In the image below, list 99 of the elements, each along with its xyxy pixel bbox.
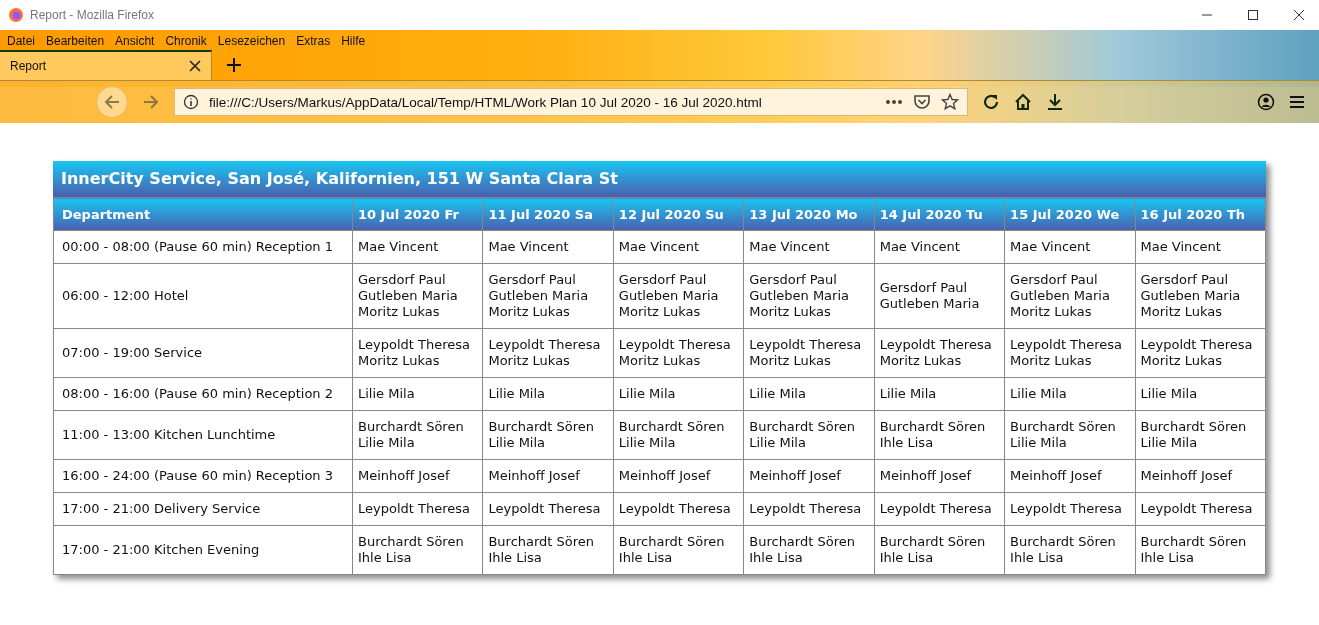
column-header: 15 Jul 2020 We [1004,197,1136,231]
table-cell: Leypoldt Theresa Moritz Lukas [874,328,1005,378]
home-icon[interactable] [1014,93,1032,111]
table-cell: Leypoldt Theresa [482,492,614,526]
tab-title: Report [10,59,47,73]
table-cell: Burchardt Sören Ihle Lisa [1004,525,1136,575]
more-icon[interactable] [885,99,903,105]
table-cell: Mae Vincent [1004,230,1136,264]
column-header: Department [53,197,353,231]
table-cell: Lilie Mila [874,377,1005,411]
table-cell: Lilie Mila [482,377,614,411]
table-cell: Leypoldt Theresa [352,492,483,526]
table-cell: Gersdorf Paul Gutleben Maria Moritz Lukas [352,263,483,329]
back-arrow-icon [103,93,121,111]
table-cell: 07:00 - 19:00 Service [53,328,353,378]
download-icon[interactable] [1046,93,1064,111]
table-cell: Leypoldt Theresa [1004,492,1136,526]
menu-item[interactable]: Chronik [165,34,207,48]
table-cell: Gersdorf Paul Gutleben Maria Moritz Lukas [482,263,614,329]
column-header: 13 Jul 2020 Mo [743,197,875,231]
browser-tab[interactable]: Report [0,50,212,80]
menu-icon[interactable] [1289,95,1305,109]
menu-item[interactable]: Bearbeiten [46,34,105,48]
table-cell: Lilie Mila [352,377,483,411]
table-cell: Burchardt Sören Ihle Lisa [352,525,483,575]
table-cell: Meinhoff Josef [874,459,1005,493]
table-cell: Burchardt Sören Ihle Lisa [874,525,1005,575]
table-cell: Gersdorf Paul Gutleben Maria [874,263,1005,329]
info-icon [183,94,199,110]
table-cell: Leypoldt Theresa Moritz Lukas [482,328,614,378]
table-cell: 17:00 - 21:00 Delivery Service [53,492,353,526]
column-header: 11 Jul 2020 Sa [482,197,614,231]
table-cell: Mae Vincent [874,230,1005,264]
column-header: 16 Jul 2020 Th [1135,197,1266,231]
table-cell: Leypoldt Theresa [1135,492,1266,526]
table-cell: Gersdorf Paul Gutleben Maria Moritz Lukas [743,263,875,329]
table-cell: Lilie Mila [1135,377,1266,411]
table-cell: 00:00 - 08:00 (Pause 60 min) Reception 1 [53,230,353,264]
plus-icon[interactable] [226,57,242,73]
menu-item[interactable]: Lesezeichen [217,34,286,48]
table-cell: Meinhoff Josef [352,459,483,493]
table-cell: Meinhoff Josef [482,459,614,493]
maximize-icon[interactable] [1247,9,1259,21]
column-header: 10 Jul 2020 Fr [352,197,483,231]
forward-icon[interactable] [142,93,160,111]
table-cell: 08:00 - 16:00 (Pause 60 min) Reception 2 [53,377,353,411]
address-bar[interactable]: file:///C:/Users/Markus/AppData/Local/Temp/HTML/Work Plan 10 Jul 2020 - 16 Jul 2020.html [174,88,968,116]
table-cell: Leypoldt Theresa Moritz Lukas [613,328,744,378]
table-cell: Leypoldt Theresa Moritz Lukas [352,328,483,378]
table-cell: Lilie Mila [613,377,744,411]
menu-item[interactable]: Extras [296,34,331,48]
table-cell: Mae Vincent [613,230,744,264]
table-cell: 16:00 - 24:00 (Pause 60 min) Reception 3 [53,459,353,493]
table-cell: Burchardt Sören Lilie Mila [1004,410,1136,460]
table-cell: Burchardt Sören Lilie Mila [743,410,875,460]
window-title: Report - Mozilla Firefox [30,8,155,22]
menu-item[interactable]: Datei [7,34,35,48]
menu-item[interactable]: Ansicht [115,34,155,48]
star-icon[interactable] [941,93,959,111]
table-cell: Meinhoff Josef [1135,459,1266,493]
table-cell: 06:00 - 12:00 Hotel [53,263,353,329]
table-cell: Leypoldt Theresa Moritz Lukas [1135,328,1266,378]
table-cell: Leypoldt Theresa [613,492,744,526]
table-cell: Mae Vincent [482,230,614,264]
report-title: InnerCity Service, San José, Kalifornien, 151 W Santa Clara St [53,161,1266,197]
close-icon[interactable] [1293,9,1305,21]
reload-icon[interactable] [982,93,1000,111]
table-cell: Lilie Mila [743,377,875,411]
menu-item[interactable]: Hilfe [341,34,366,48]
table-cell: Leypoldt Theresa Moritz Lukas [743,328,875,378]
table-cell: Burchardt Sören Lilie Mila [482,410,614,460]
table-cell: Burchardt Sören Lilie Mila [352,410,483,460]
table-cell: 17:00 - 21:00 Kitchen Evening [53,525,353,575]
table-cell: Leypoldt Theresa Moritz Lukas [1004,328,1136,378]
table-cell: Mae Vincent [1135,230,1266,264]
column-header: 12 Jul 2020 Su [613,197,744,231]
table-cell: Meinhoff Josef [613,459,744,493]
table-cell: Burchardt Sören Ihle Lisa [482,525,614,575]
close-icon[interactable] [189,60,201,72]
account-icon[interactable] [1257,93,1275,111]
table-cell: Meinhoff Josef [1004,459,1136,493]
table-cell: Burchardt Sören Lilie Mila [613,410,744,460]
column-header: 14 Jul 2020 Tu [874,197,1005,231]
table-cell: Burchardt Sören Lilie Mila [1135,410,1266,460]
table-cell: Leypoldt Theresa [874,492,1005,526]
table-cell: Burchardt Sören Ihle Lisa [1135,525,1266,575]
table-cell: Meinhoff Josef [743,459,875,493]
table-cell: Burchardt Sören Ihle Lisa [874,410,1005,460]
table-cell: Gersdorf Paul Gutleben Maria Moritz Lukas [1004,263,1136,329]
table-cell: Gersdorf Paul Gutleben Maria Moritz Lukas [613,263,744,329]
table-cell: Leypoldt Theresa [743,492,875,526]
table-cell: 11:00 - 13:00 Kitchen Lunchtime [53,410,353,460]
table-cell: Mae Vincent [743,230,875,264]
table-cell: Lilie Mila [1004,377,1136,411]
table-cell: Burchardt Sören Ihle Lisa [613,525,744,575]
pocket-icon[interactable] [913,94,931,110]
table-cell: Mae Vincent [352,230,483,264]
table-cell: Burchardt Sören Ihle Lisa [743,525,875,575]
table-cell: Gersdorf Paul Gutleben Maria Moritz Lukas [1135,263,1266,329]
